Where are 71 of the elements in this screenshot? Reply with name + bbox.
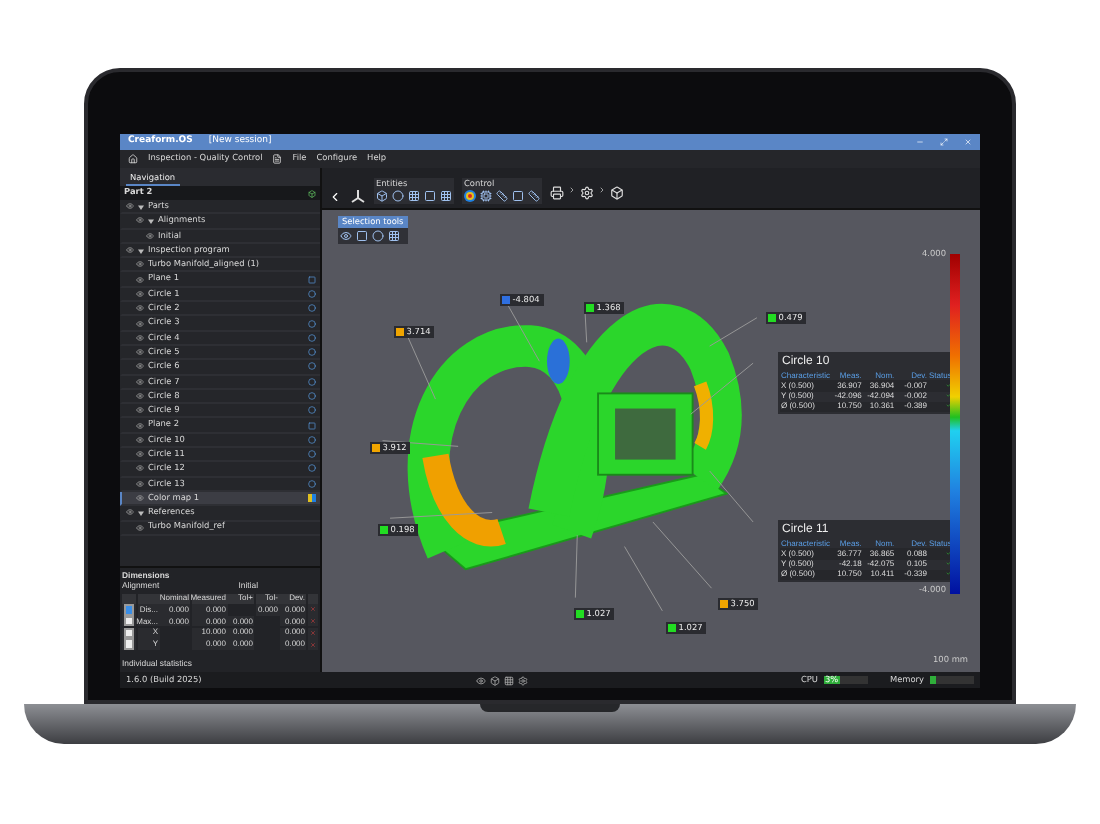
box-select-icon[interactable]	[356, 230, 368, 243]
document-icon[interactable]	[272, 154, 283, 164]
leader-line	[504, 300, 540, 362]
leader-line	[574, 534, 578, 599]
eye-icon[interactable]	[475, 675, 486, 685]
leader-line	[389, 512, 493, 519]
circle-icon	[308, 333, 316, 342]
grid-icon[interactable]	[408, 190, 420, 202]
eye-icon[interactable]	[136, 275, 144, 284]
expanded-arrow-icon[interactable]	[138, 203, 144, 210]
circle-icon[interactable]	[392, 190, 404, 202]
eye-icon[interactable]	[126, 508, 134, 517]
eye-icon[interactable]	[136, 362, 144, 371]
expanded-arrow-icon[interactable]	[138, 509, 144, 516]
leader-line	[382, 440, 459, 447]
color-map-icon[interactable]	[464, 190, 476, 202]
flange-drawing	[597, 392, 694, 476]
circle-icon	[308, 304, 316, 313]
circle-icon	[308, 362, 316, 371]
home-icon[interactable]	[128, 154, 138, 164]
collapse-icon[interactable]	[328, 190, 342, 204]
eye-icon[interactable]	[136, 333, 144, 342]
eye-icon[interactable]	[136, 216, 144, 225]
eye-icon[interactable]	[136, 392, 144, 400]
cube-icon[interactable]	[489, 675, 500, 685]
eye-icon[interactable]	[136, 377, 144, 386]
eye-icon[interactable]	[136, 289, 144, 298]
eye-icon[interactable]	[136, 435, 144, 444]
circle-icon	[308, 450, 316, 459]
maximize-icon[interactable]	[940, 138, 948, 146]
circle-icon	[308, 319, 316, 328]
eye-icon[interactable]	[126, 246, 134, 255]
ruler-icon[interactable]	[496, 190, 508, 202]
eye-icon[interactable]	[146, 231, 154, 240]
eye-icon[interactable]	[126, 202, 134, 211]
circle-icon	[308, 348, 316, 357]
square-icon[interactable]	[424, 190, 436, 202]
eye-icon[interactable]	[136, 348, 144, 357]
cube-icon[interactable]	[376, 190, 388, 202]
eye-icon[interactable]	[136, 319, 144, 328]
eye-icon[interactable]	[340, 230, 352, 243]
cube-icon[interactable]	[308, 189, 316, 197]
grid-icon[interactable]	[388, 230, 400, 243]
color-map-icon	[308, 494, 316, 503]
eye-icon[interactable]	[136, 304, 144, 313]
eye-icon[interactable]	[136, 523, 144, 532]
leader-line	[709, 470, 754, 523]
circle-icon	[308, 479, 316, 488]
eye-icon[interactable]	[136, 479, 144, 488]
circle-icon	[308, 406, 316, 415]
circle-icon	[308, 392, 316, 400]
axes-icon[interactable]	[350, 188, 366, 204]
eye-icon[interactable]	[136, 260, 144, 269]
grid-icon[interactable]	[503, 675, 514, 685]
eye-icon[interactable]	[136, 406, 144, 415]
leader-line	[709, 317, 758, 347]
eye-icon[interactable]	[136, 450, 144, 459]
mesh-icon[interactable]	[440, 190, 452, 202]
expanded-arrow-icon[interactable]	[148, 217, 154, 224]
square-icon[interactable]	[512, 190, 524, 202]
eye-icon[interactable]	[136, 464, 144, 473]
circle-icon	[308, 435, 316, 444]
circle-icon	[308, 377, 316, 386]
expanded-arrow-icon[interactable]	[138, 247, 144, 254]
circle-icon	[308, 464, 316, 473]
square-icon	[308, 421, 316, 430]
circle-icon	[308, 289, 316, 298]
leader-line	[690, 362, 754, 415]
square-icon	[308, 275, 316, 284]
eye-icon[interactable]	[136, 494, 144, 503]
eye-icon[interactable]	[136, 421, 144, 430]
